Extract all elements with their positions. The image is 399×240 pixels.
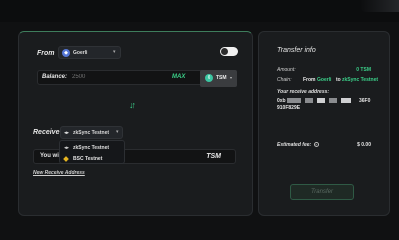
chevron-down-icon: ▾ [113, 49, 116, 55]
mode-toggle[interactable] [220, 47, 238, 56]
amount-label: Amount: [277, 67, 296, 73]
chain-to-value: zkSync Testnet [342, 77, 379, 83]
receive-network-name: zkSync Testnet [73, 130, 110, 136]
from-network-select[interactable]: ◆ Goerli ▾ [58, 46, 121, 59]
receive-address-label: Your receive address: [277, 89, 330, 95]
toggle-knob [221, 48, 228, 55]
chain-label: Chain: [277, 77, 292, 83]
redacted-block [317, 98, 325, 103]
estimated-fee-label: Estimated fee: ? [277, 142, 319, 148]
zksync-icon: ◂▸ [64, 130, 70, 136]
bridge-form-panel: From ◆ Goerli ▾ Balance: MAX ¢ TSM ▾ ↓↑ … [18, 31, 253, 216]
option-label: zkSync Testnet [73, 145, 110, 151]
ethereum-icon: ◆ [62, 49, 70, 57]
amount-value: 0 TSM [356, 67, 371, 73]
from-network-name: Goerli [73, 50, 88, 56]
swap-direction-icon[interactable]: ↓↑ [129, 100, 136, 110]
receive-network-dropdown: ◂▸ zkSync Testnet BSC Testnet [59, 140, 125, 164]
amount-row: Balance: MAX ¢ TSM ▾ [37, 70, 237, 87]
transfer-info-title: Transfer info [277, 47, 316, 54]
token-select[interactable]: ¢ TSM ▾ [200, 70, 237, 87]
receive-token: TSM [206, 153, 221, 160]
chevron-down-icon: ▾ [116, 129, 119, 135]
zksync-icon: ◂▸ [64, 145, 70, 151]
dropdown-option-zksync[interactable]: ◂▸ zkSync Testnet [60, 142, 124, 153]
transfer-button[interactable]: Transfer [290, 184, 354, 200]
redacted-block [287, 98, 301, 103]
bsc-icon [63, 156, 69, 162]
max-button[interactable]: MAX [172, 74, 185, 80]
receive-network-select[interactable]: ◂▸ zkSync Testnet ▾ [60, 126, 123, 139]
chain-from-value: Goerli [317, 77, 332, 83]
top-bar [0, 0, 399, 22]
balance-label: Balance: [42, 74, 68, 80]
redacted-block [329, 98, 337, 103]
top-bar-corner [360, 0, 399, 12]
from-label: From [37, 50, 55, 57]
dropdown-option-bsc[interactable]: BSC Testnet [60, 153, 124, 164]
chain-from-word: From [303, 77, 316, 83]
redacted-block [305, 98, 313, 103]
address-start: 0xb [277, 98, 286, 104]
token-icon: ¢ [205, 74, 213, 82]
fee-label-text: Estimated fee: [277, 142, 312, 148]
help-icon[interactable]: ? [313, 142, 319, 147]
address-line-2: 910F829E [277, 105, 301, 111]
redacted-block [341, 98, 351, 103]
estimated-fee-value: $ 0.00 [357, 142, 371, 148]
token-name: TSM [216, 75, 227, 81]
amount-input[interactable] [72, 74, 162, 80]
option-label: BSC Testnet [73, 156, 103, 162]
new-receive-address-link[interactable]: New Receive Address [33, 170, 85, 176]
address-end: 36F0 [359, 98, 371, 104]
chevron-down-icon: ▾ [230, 75, 233, 80]
receive-label: Receive [33, 129, 60, 136]
transfer-info-panel: Transfer info Amount: 0 TSM Chain: From … [258, 31, 390, 216]
chain-to-word: to [336, 77, 341, 83]
